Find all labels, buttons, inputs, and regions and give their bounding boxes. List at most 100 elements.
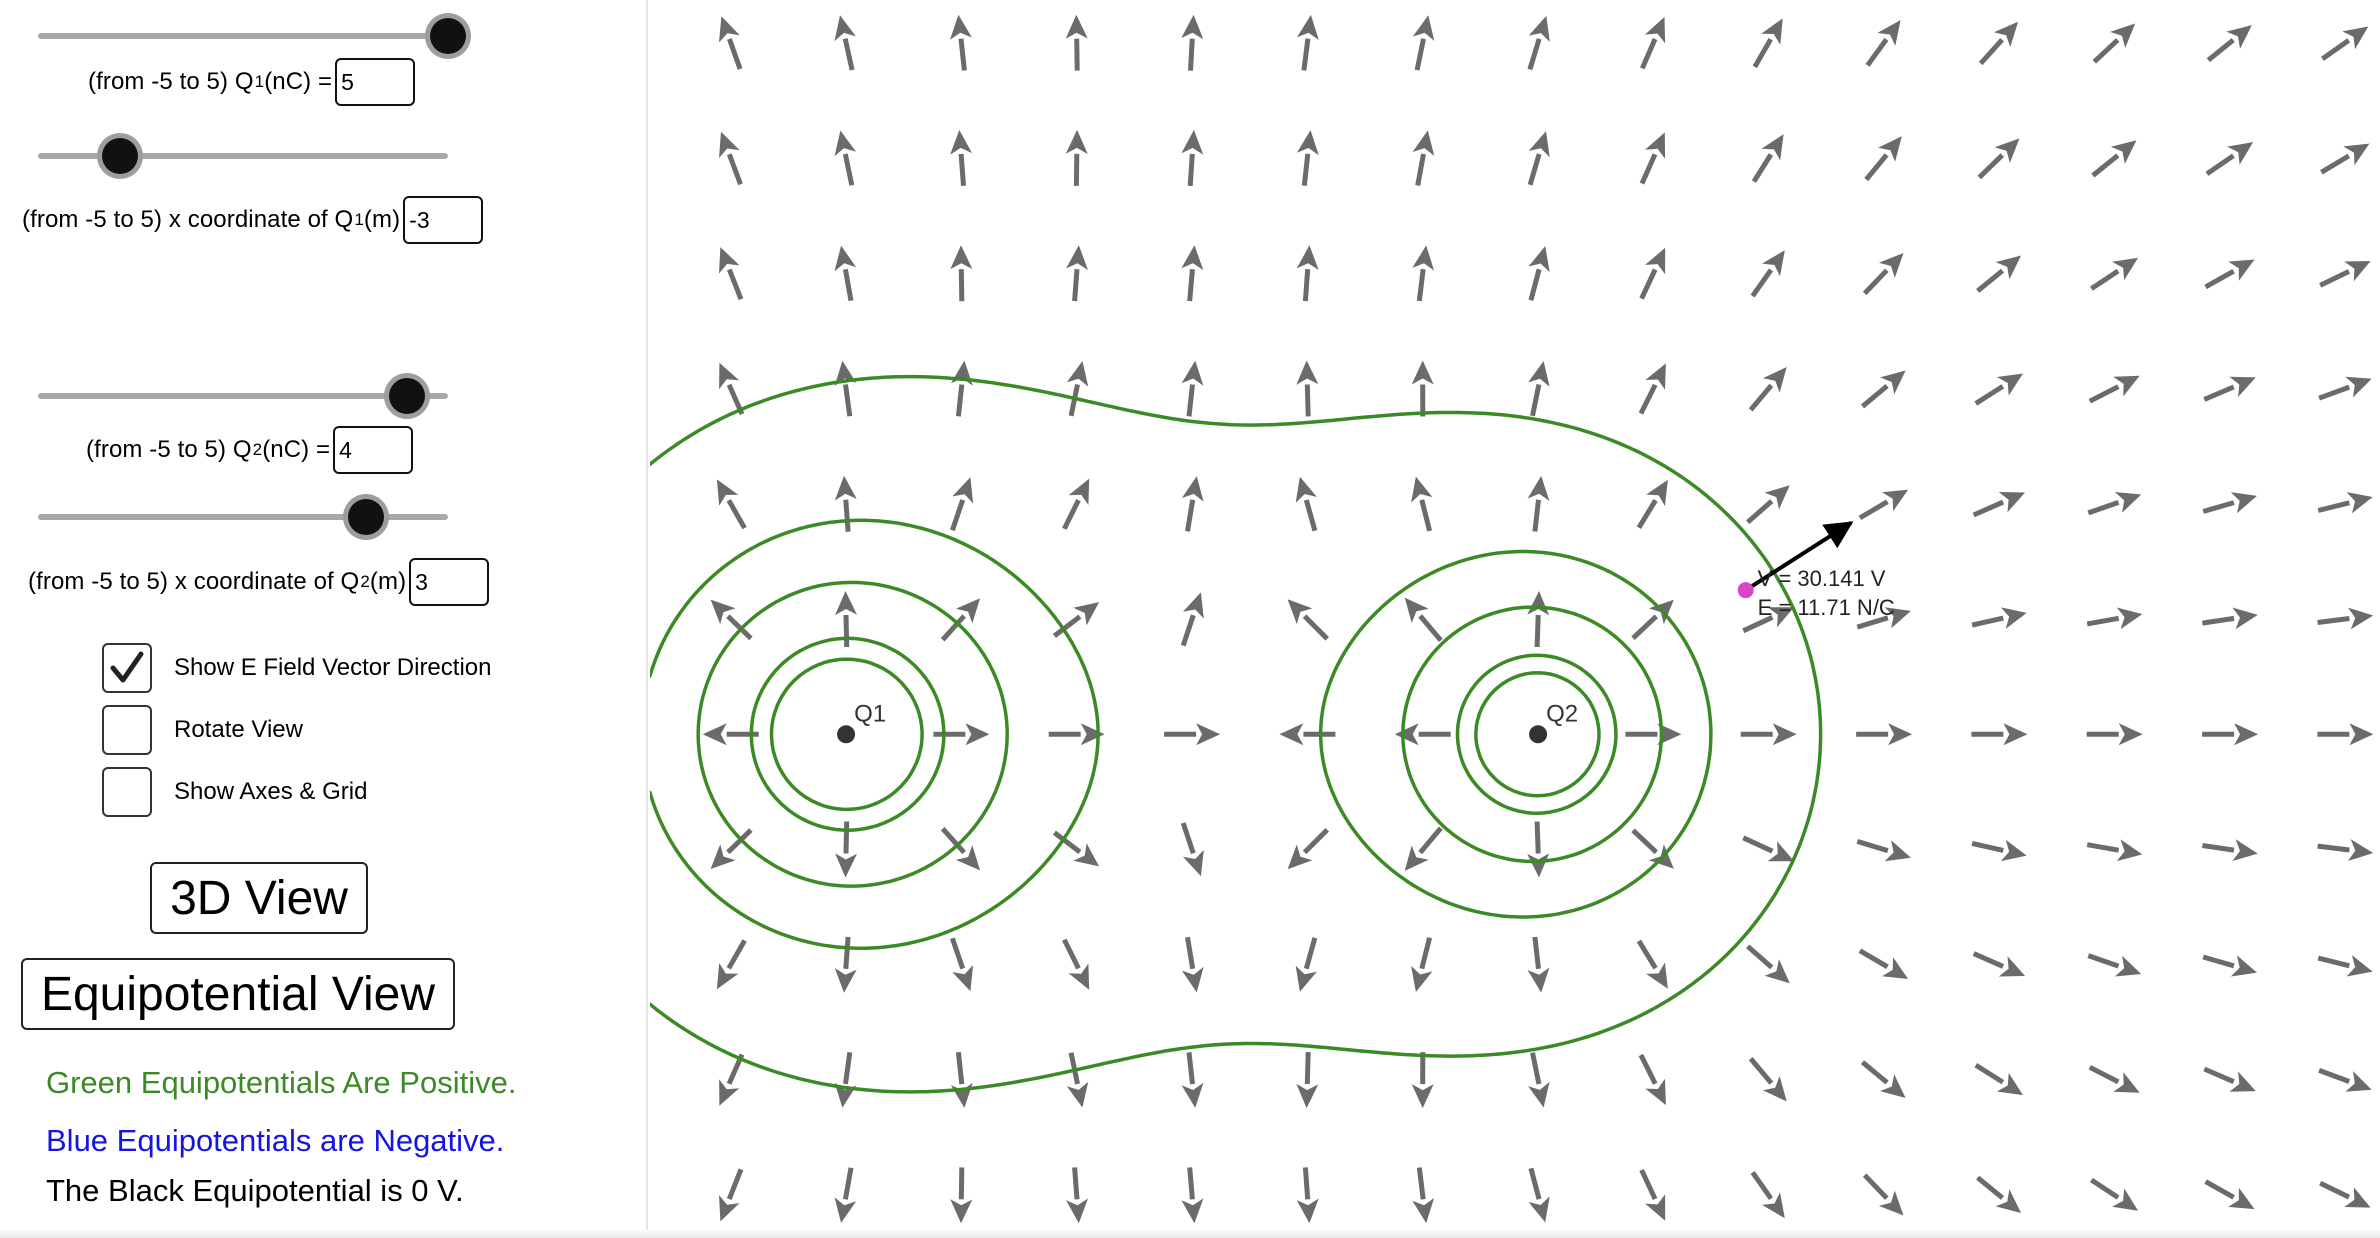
field-arrow-head [950, 360, 973, 386]
checkbox-box[interactable] [102, 705, 152, 755]
checkbox-label: Show E Field Vector Direction [174, 654, 492, 681]
field-arrow-shaft [958, 38, 967, 71]
field-arrow-shaft [726, 828, 753, 855]
field-arrow-shaft [955, 1051, 965, 1085]
q2-charge-input[interactable]: 4 [333, 426, 414, 474]
field-arrow-shaft [1748, 1056, 1774, 1085]
q1-x-slider[interactable] [38, 136, 448, 176]
field-arrow-head [1181, 14, 1204, 40]
field-arrow-shaft [1419, 937, 1433, 970]
field-arrow-shaft [1188, 38, 1195, 71]
field-arrow-shaft [2204, 1179, 2235, 1200]
3d-view-button[interactable]: 3D View [150, 862, 368, 934]
field-arrow-shaft [1532, 936, 1541, 970]
field-arrow-shaft [2318, 384, 2351, 401]
q2-charge-label: (from -5 to 5) Q [86, 436, 252, 463]
field-arrow-shaft [1978, 38, 2004, 66]
field-arrow-shaft [1186, 1052, 1195, 1085]
field-arrow-shaft [1638, 1053, 1658, 1085]
q2-x-row: (from -5 to 5) x coordinate of Q2 (m) 3 [28, 558, 490, 606]
checkbox-box[interactable] [102, 643, 152, 693]
field-arrow-head [1996, 373, 2023, 396]
q1-x-label: (from -5 to 5) x coordinate of Q [22, 206, 354, 233]
field-arrow-shaft [2317, 616, 2350, 625]
slider-knob[interactable] [102, 138, 138, 174]
q1-charge-row: (from -5 to 5) Q1 (nC) = 5 [88, 58, 416, 106]
field-arrow-shaft [843, 614, 850, 648]
field-arrow-shaft [2202, 615, 2235, 626]
field-arrow-shaft [1527, 38, 1542, 71]
field-arrow-head [1527, 853, 1550, 878]
field-arrow-shaft [1062, 498, 1081, 530]
field-arrow-shaft [726, 614, 753, 641]
field-plot[interactable]: Q1 Q2 V = 30.141 V E = 11.71 N/C [650, 0, 2380, 1238]
field-arrow-head [1296, 360, 1319, 385]
q1-x-input[interactable]: -3 [403, 196, 484, 244]
field-arrow-head [2348, 839, 2374, 861]
q1-x-suffix: (m) [363, 206, 401, 233]
field-arrow-head [1296, 245, 1319, 270]
field-arrow-shaft [1639, 153, 1658, 185]
field-arrow-head [1412, 130, 1435, 156]
slider-track [38, 153, 448, 159]
field-arrow-shaft [2088, 384, 2120, 404]
slider-knob[interactable] [389, 378, 425, 414]
q2-charge-slider[interactable] [38, 376, 448, 416]
field-arrow-shaft [2205, 153, 2235, 176]
q2-charge-sub: 2 [252, 440, 263, 459]
q2-x-slider[interactable] [38, 497, 448, 537]
probe[interactable]: V = 30.141 V E = 11.71 N/C [1737, 521, 1895, 620]
field-arrow-head [2346, 955, 2373, 977]
slider-knob[interactable] [430, 18, 466, 54]
q1-charge-slider[interactable] [38, 16, 466, 56]
q2-x-sub: 2 [360, 572, 370, 591]
field-arrow-shaft [950, 499, 966, 532]
field-arrow-shaft [1862, 268, 1889, 296]
checkmark-icon [110, 651, 144, 683]
field-arrow-shaft [1864, 153, 1889, 182]
equipotential-view-button[interactable]: Equipotential View [21, 958, 455, 1030]
checkbox-rotate-view[interactable]: Rotate View [102, 705, 303, 755]
field-arrow-head [1181, 130, 1204, 155]
field-arrow-head [2003, 723, 2028, 746]
field-arrow-shaft [1972, 951, 2005, 969]
field-plot-canvas[interactable]: Q1 Q2 V = 30.141 V E = 11.71 N/C [650, 0, 2380, 1238]
field-arrow-shaft [1072, 269, 1080, 302]
field-arrow-shaft [843, 936, 851, 969]
field-arrow-shaft [1534, 821, 1541, 854]
q1-charge-input[interactable]: 5 [335, 58, 416, 106]
field-arrow-shaft [1301, 153, 1311, 186]
field-arrow-shaft [1186, 384, 1195, 417]
field-arrow-shaft [1974, 1062, 2005, 1085]
q1-charge-label: (from -5 to 5) Q [88, 68, 254, 95]
field-arrow-head [2349, 723, 2374, 746]
field-arrow-shaft [842, 153, 855, 186]
slider-track [38, 393, 448, 399]
q1-charge-suffix: (nC) = [264, 68, 333, 95]
field-arrow-shaft [1748, 383, 1774, 412]
field-arrow-head [1528, 246, 1550, 273]
field-arrow-shaft [1742, 835, 1774, 854]
checkbox-show-e-field[interactable]: Show E Field Vector Direction [102, 643, 491, 693]
negative-note: Blue Equipotentials are Negative. [46, 1123, 505, 1158]
field-arrow-shaft [1187, 268, 1195, 302]
field-arrow-shaft [1418, 826, 1443, 855]
field-arrow-shaft [843, 821, 850, 854]
field-arrow-shaft [2204, 269, 2235, 290]
q1-x-row: (from -5 to 5) x coordinate of Q1 (m) -3 [22, 196, 484, 244]
field-arrow-shaft [1638, 383, 1658, 415]
field-arrow-head [1066, 1198, 1088, 1224]
field-arrow-head [1528, 361, 1550, 387]
field-arrow-shaft [1750, 268, 1774, 298]
field-arrow-head [1394, 723, 1419, 746]
checkbox-box[interactable] [102, 767, 152, 817]
field-arrow-head [1411, 476, 1433, 503]
probe-point[interactable] [1737, 582, 1754, 599]
q2-charge-row: (from -5 to 5) Q2 (nC) = 4 [86, 426, 414, 474]
slider-knob[interactable] [348, 499, 384, 535]
checkbox-show-axes-grid[interactable]: Show Axes & Grid [102, 767, 367, 817]
probe-potential-label: V = 30.141 V [1758, 566, 1886, 591]
q2-x-input[interactable]: 3 [409, 558, 490, 606]
field-arrow-shaft [958, 1167, 965, 1200]
charge-point [837, 725, 856, 744]
